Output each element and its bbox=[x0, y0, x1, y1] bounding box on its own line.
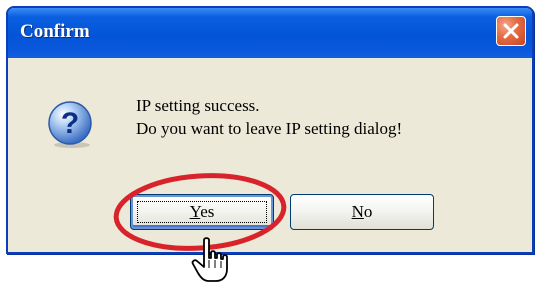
close-button[interactable] bbox=[496, 16, 526, 46]
yes-button-label: Yes bbox=[190, 202, 215, 221]
confirm-dialog: Confirm ? IP setting success. Do you wan… bbox=[6, 6, 534, 254]
message-line-1: IP setting success. bbox=[136, 96, 260, 115]
hand-pointer-icon bbox=[191, 237, 228, 282]
message-line-2: Do you want to leave IP setting dialog! bbox=[136, 119, 403, 138]
yes-button[interactable]: Yes bbox=[130, 194, 274, 230]
no-button[interactable]: No bbox=[290, 194, 434, 230]
no-button-label: No bbox=[352, 202, 373, 221]
svg-text:?: ? bbox=[61, 107, 79, 140]
close-icon bbox=[503, 23, 519, 39]
dialog-message: IP setting success. Do you want to leave… bbox=[136, 94, 402, 140]
yes-label-rest: es bbox=[200, 202, 215, 221]
title-bar[interactable]: Confirm bbox=[8, 8, 532, 58]
question-icon: ? bbox=[48, 101, 92, 148]
no-label-rest: o bbox=[363, 202, 373, 221]
no-mnemonic: N bbox=[351, 202, 364, 221]
yes-mnemonic: Y bbox=[189, 202, 201, 221]
dialog-title: Confirm bbox=[20, 21, 90, 42]
